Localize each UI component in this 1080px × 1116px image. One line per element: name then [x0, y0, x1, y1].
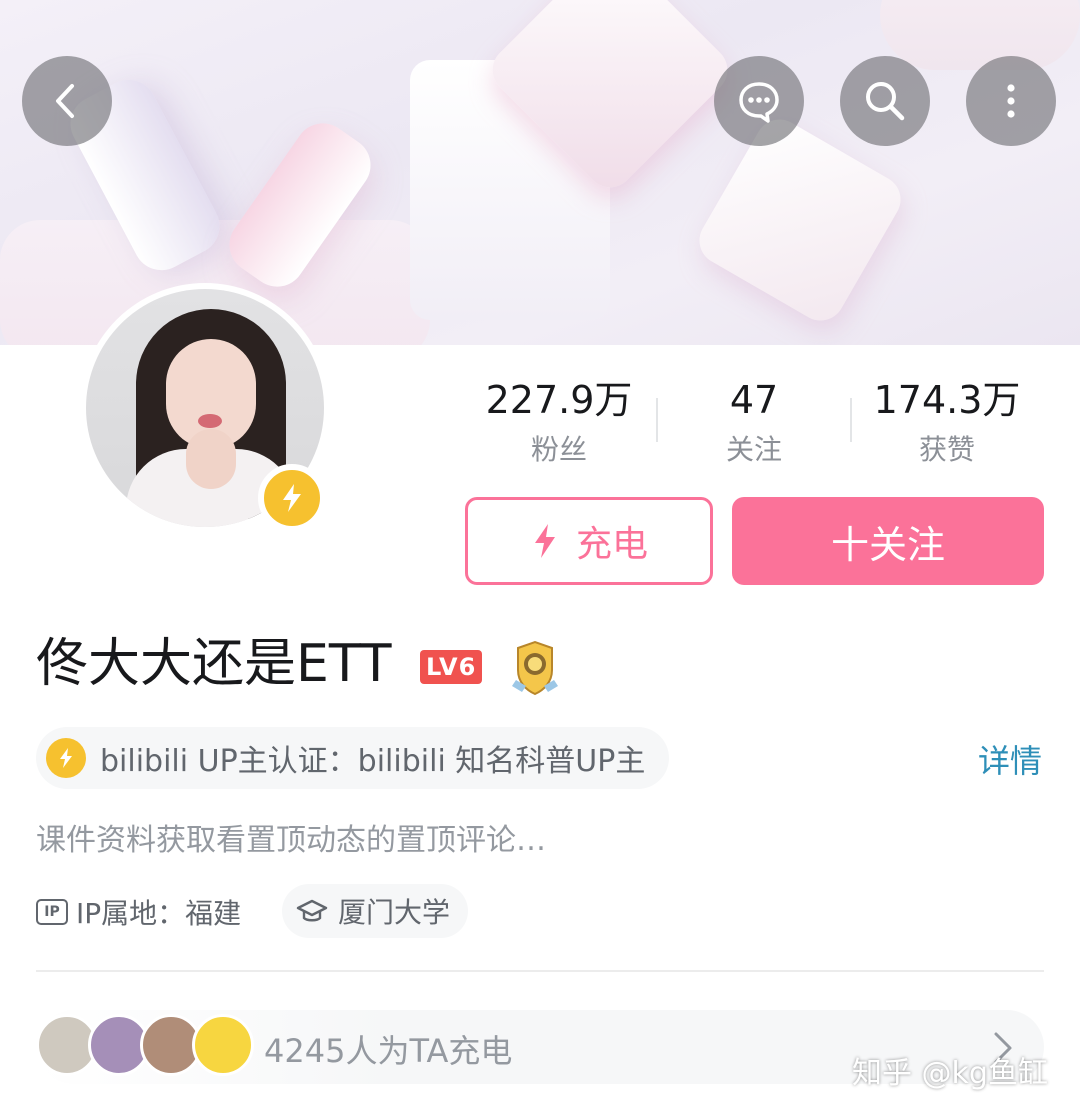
ip-location-text: IP属地：福建 — [76, 897, 242, 930]
stat-followers-value: 227.9万 — [485, 378, 633, 422]
school-text: 厦门大学 — [338, 896, 451, 929]
stat-following[interactable]: 47 关注 — [659, 378, 849, 468]
ip-icon: IP — [36, 899, 68, 925]
school-tag[interactable]: 厦门大学 — [282, 884, 469, 938]
stat-following-value: 47 — [729, 378, 779, 422]
supporter-avatar — [192, 1014, 254, 1076]
message-button[interactable] — [714, 56, 804, 146]
supporters-text: 4245人为TA充电 — [264, 1026, 512, 1072]
stat-followers[interactable]: 227.9万 粉丝 — [464, 378, 654, 468]
supporters-count: 4245 — [264, 1032, 346, 1070]
stat-divider — [656, 398, 658, 442]
level-badge: LV6 — [420, 650, 483, 684]
stat-followers-label: 粉丝 — [530, 433, 587, 466]
details-link[interactable]: 详情 — [978, 736, 1042, 782]
follow-button-label: 十关注 — [830, 522, 945, 567]
back-button[interactable] — [22, 56, 112, 146]
ip-location: IP IP属地：福建 — [36, 890, 241, 934]
stat-likes[interactable]: 174.3万 获赞 — [852, 378, 1042, 468]
graduation-cap-icon — [296, 899, 328, 922]
stat-following-label: 关注 — [725, 433, 782, 466]
watermark: 知乎 @kg鱼缸 — [852, 1056, 1048, 1091]
search-icon — [866, 82, 905, 121]
up-verified-badge — [258, 464, 326, 532]
chevron-left-icon — [56, 84, 74, 118]
username: 佟大大还是ETT — [36, 634, 392, 694]
medal-icon — [512, 640, 558, 696]
verification-text: bilibili UP主认证：bilibili 知名科普UP主 — [100, 744, 646, 779]
charge-button-label: 充电 — [575, 524, 648, 565]
verification-badge[interactable]: bilibili UP主认证：bilibili 知名科普UP主 — [36, 727, 670, 789]
bio-text[interactable]: 课件资料获取看置顶动态的置顶评论… — [36, 815, 546, 859]
supporters-suffix: 人为TA充电 — [345, 1032, 513, 1070]
charge-button[interactable]: 充电 — [465, 497, 713, 585]
more-button[interactable] — [966, 56, 1056, 146]
search-button[interactable] — [840, 56, 930, 146]
stat-likes-label: 获赞 — [918, 433, 975, 466]
more-vertical-icon — [1007, 84, 1015, 118]
follow-button[interactable]: 十关注 — [732, 497, 1044, 585]
lightning-icon — [534, 524, 555, 558]
chat-bubble-icon — [739, 82, 779, 123]
section-divider — [36, 970, 1044, 972]
lightning-icon — [283, 484, 301, 512]
lightning-badge-icon — [46, 738, 86, 778]
stat-likes-value: 174.3万 — [873, 378, 1021, 422]
